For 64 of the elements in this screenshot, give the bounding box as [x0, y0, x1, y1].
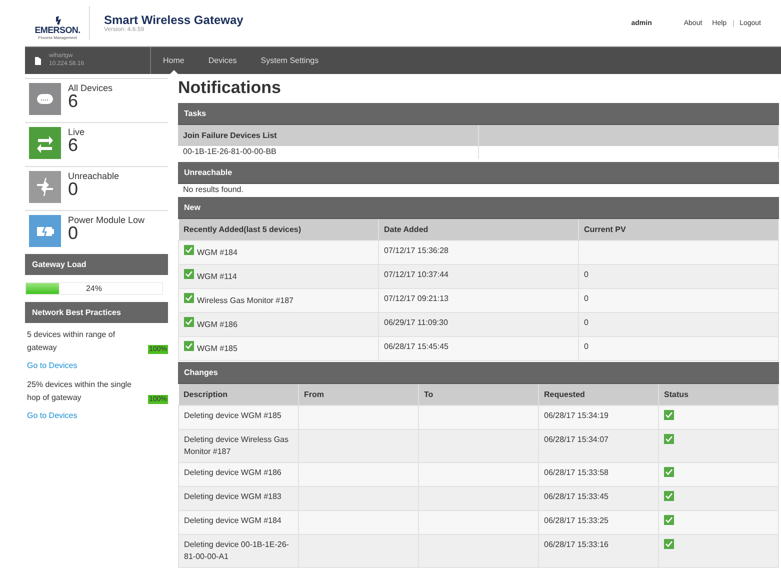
stat-label: All Devices	[68, 83, 113, 93]
logo-icon	[54, 16, 62, 25]
table-cell: 06/28/17 15:33:25	[538, 510, 658, 534]
table-cell: 0	[578, 312, 778, 336]
section-header: Gateway Load	[25, 254, 168, 275]
table-cell: 06/28/17 15:33:58	[538, 462, 658, 486]
practice-text: 25% devices within the single hop of gateway	[27, 379, 133, 404]
table-cell: Deleting device Wireless Gas Monitor #187	[178, 430, 298, 462]
table-cell: 06/28/17 15:45:45	[378, 336, 578, 360]
app-title: Smart Wireless Gateway	[104, 13, 244, 27]
table-cell: WGM #186	[178, 312, 378, 336]
stat-label: Live	[68, 127, 85, 137]
table-cell: Deleting device 00-1B-1E-26-81-00-00-A1	[178, 534, 298, 568]
devices-link[interactable]: Go to Devices	[27, 361, 168, 370]
column-header: From	[298, 384, 418, 406]
stat-count: 0	[68, 225, 78, 241]
stat-count: 6	[68, 93, 80, 109]
column-header: Date Added	[378, 219, 578, 240]
stat-count: 6	[68, 137, 78, 153]
table-cell: Wireless Gas Monitor #187	[178, 288, 378, 312]
table-cell: WGM #114	[178, 264, 378, 288]
column-header: Status	[658, 384, 778, 406]
table-cell: Deleting device WGM #185	[178, 406, 298, 430]
table-cell: 06/29/17 11:09:30	[378, 312, 578, 336]
practice-text: 5 devices within range of gateway	[27, 329, 116, 354]
table-cell: 07/12/17 09:21:13	[378, 288, 578, 312]
table-cell: 0	[578, 264, 778, 288]
brand-name: EMERSON.	[34, 25, 80, 35]
table-cell: 06/28/17 15:33:45	[538, 486, 658, 510]
table-cell: WGM #185	[178, 336, 378, 360]
nav-tab[interactable]: System Settings	[248, 47, 331, 74]
devices-link[interactable]: Go to Devices	[27, 411, 168, 420]
column-header: Join Failure Devices List	[178, 125, 478, 146]
column-header: To	[418, 384, 538, 406]
table-cell: 07/12/17 15:36:28	[378, 240, 578, 264]
load-reading: 24%	[86, 284, 102, 293]
table-cell: WGM #184	[178, 240, 378, 264]
table-cell: 0	[578, 336, 778, 360]
column-header: Description	[178, 384, 298, 406]
table-cell: 07/12/17 10:37:44	[378, 264, 578, 288]
column-header: Current PV	[578, 219, 778, 240]
stat-label: Power Module Low	[68, 215, 145, 225]
gateway-icon	[35, 56, 41, 64]
empty-message: No results found.	[182, 184, 244, 196]
section-header: Network Best Practices	[25, 302, 168, 323]
stat-label: Unreachable	[68, 171, 120, 181]
table-cell: 00-1B-1E-26-81-00-00-BB	[178, 146, 478, 159]
table-cell: 06/28/17 15:34:19	[538, 406, 658, 430]
column-header: Recently Added(last 5 devices)	[178, 219, 378, 240]
table-cell: 0	[578, 288, 778, 312]
section-header: Unreachable	[178, 162, 779, 184]
section-header: Tasks	[178, 103, 779, 125]
table-cell: Deleting device WGM #184	[178, 510, 298, 534]
nav-tab[interactable]: Devices	[196, 47, 249, 74]
section-header: New	[178, 197, 779, 219]
page-title: Notifications	[178, 78, 282, 98]
table-cell: Deleting device WGM #186	[178, 462, 298, 486]
table-cell: 06/28/17 15:34:07	[538, 430, 658, 462]
section-header: Changes	[178, 362, 779, 384]
stat-count: 0	[68, 181, 78, 197]
table-cell: Deleting device WGM #183	[178, 486, 298, 510]
column-header: Requested	[538, 384, 658, 406]
nav-tab[interactable]: Home	[151, 47, 196, 74]
table-cell: 06/28/17 15:33:16	[538, 534, 658, 568]
